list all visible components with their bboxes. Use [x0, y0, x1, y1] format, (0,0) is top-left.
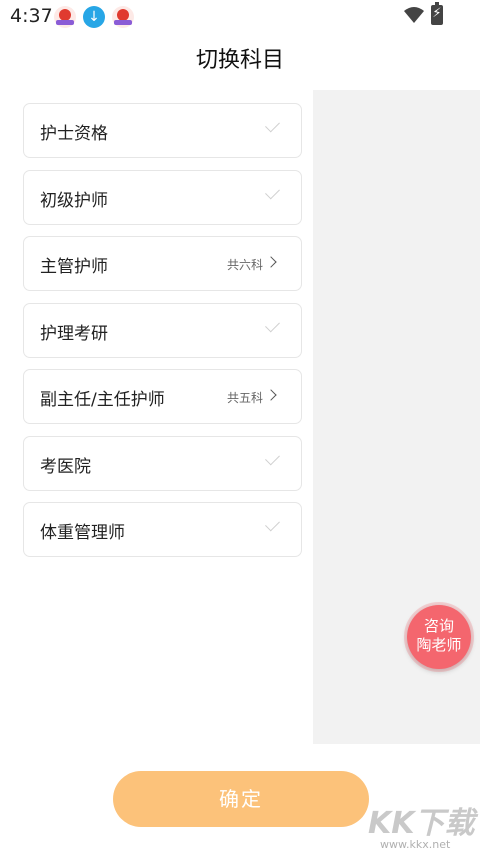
- check-icon: [265, 117, 280, 133]
- battery-charging-icon: ⚡: [431, 2, 443, 25]
- consult-line2: 陶老师: [416, 636, 462, 654]
- subject-label: 护士资格: [40, 124, 108, 144]
- subject-item[interactable]: 副主任/主任护师 共五科: [23, 369, 302, 424]
- subject-item[interactable]: 考医院: [23, 435, 302, 491]
- subject-item[interactable]: 初级护师: [23, 169, 302, 225]
- subject-item[interactable]: 主管护师 共六科: [23, 236, 302, 291]
- check-icon: [265, 184, 280, 199]
- confirm-button[interactable]: 确定: [113, 771, 369, 827]
- status-bar: 4:37 ↓ ⚡: [0, 0, 480, 32]
- consult-teacher-button[interactable]: 咨询 陶老师: [404, 602, 474, 672]
- subject-label: 考医院: [40, 456, 91, 477]
- chevron-right-icon: [265, 389, 277, 401]
- subject-label: 副主任/主任护师: [40, 390, 165, 410]
- app-notification-icon: [54, 6, 76, 28]
- subject-list: 护士资格初级护师主管护师 共六科护理考研副主任/主任护师 共五科考医院体重管理师: [23, 103, 302, 569]
- status-time: 4:37: [10, 5, 53, 27]
- download-icon: ↓: [83, 6, 105, 28]
- consult-line1: 咨询: [423, 617, 454, 635]
- check-icon: [265, 317, 280, 332]
- subject-count: 共五科: [226, 391, 263, 405]
- subject-item[interactable]: 护理考研: [23, 302, 302, 358]
- subject-item[interactable]: 体重管理师: [23, 502, 302, 557]
- wifi-icon: [404, 7, 424, 23]
- subject-count: 共六科: [226, 258, 263, 272]
- subject-label: 初级护师: [40, 190, 108, 211]
- watermark-text: KK下载: [368, 806, 475, 841]
- subject-label: 护理考研: [40, 323, 108, 344]
- app-notification-icon: [112, 6, 134, 28]
- watermark-url: www.kkx.net: [380, 838, 451, 851]
- check-icon: [265, 450, 280, 465]
- page-title: 切换科目: [195, 48, 284, 73]
- watermark-logo: KK下载 www.kkx.net: [362, 796, 480, 853]
- subject-item[interactable]: 护士资格: [23, 103, 302, 158]
- subject-label: 体重管理师: [40, 523, 125, 543]
- chevron-right-icon: [265, 256, 277, 268]
- subject-label: 主管护师: [40, 257, 108, 277]
- check-icon: [265, 516, 280, 532]
